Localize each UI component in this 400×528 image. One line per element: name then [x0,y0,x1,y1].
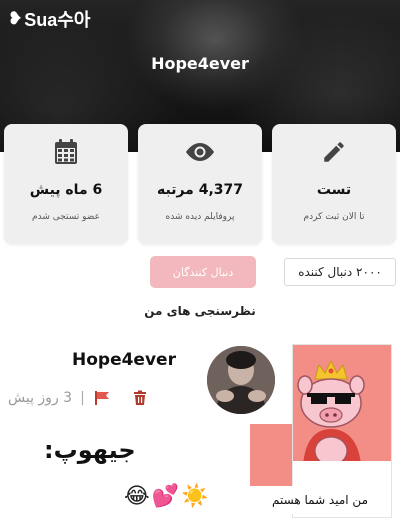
calendar-icon [53,138,79,166]
stat-value: تست [316,182,352,198]
stat-value: 6 ماه پیش [29,182,103,198]
separator: | [80,390,85,406]
pig-sticker-image [293,345,391,473]
post-meta: 3 روز پیش | [8,388,184,408]
trash-icon[interactable] [133,390,147,406]
stat-label: پروفایلم دیده شده [165,212,235,222]
stat-card-tests[interactable]: تست تا الان ثبت کردم [272,124,396,244]
stat-label: تا الان ثبت کردم [303,212,365,222]
heart-icon: ❥ [8,9,23,28]
profile-username: Hope4ever [151,54,249,73]
stat-card-views[interactable]: 4,377 مرتبه پروفایلم دیده شده [138,124,262,244]
poll-image-backdrop [250,424,292,486]
post-author-name[interactable]: Hope4ever [72,350,176,370]
follower-count: ۲۰۰۰ دنبال کننده [284,258,396,286]
stat-value: 4,377 مرتبه [157,182,244,198]
stat-label: عضو تستجی شدم [32,212,100,222]
stats-cards: تست تا الان ثبت کردم 4,377 مرتبه پروفایل… [4,124,396,244]
logo-text: Sua수아 [24,10,91,30]
post-caption: جیهوپ: [44,436,136,464]
followers-button[interactable]: دنبال کنندگان [150,256,256,288]
flag-icon[interactable] [93,390,111,406]
section-title-polls: نظرسنجی های من [144,304,256,318]
avatar[interactable] [207,346,275,414]
post-time: 3 روز پیش [8,390,73,406]
post-emojis: 😂💕☀️ [124,484,211,509]
stat-card-joined[interactable]: 6 ماه پیش عضو تستجی شدم [4,124,128,244]
eye-icon [185,138,215,166]
poll-option-label[interactable]: من امید شما هستم [250,486,390,514]
app-logo[interactable]: ❥ Sua수아 [8,6,90,32]
followers-row: دنبال کنندگان ۲۰۰۰ دنبال کننده [0,256,400,288]
pencil-icon [321,138,347,166]
